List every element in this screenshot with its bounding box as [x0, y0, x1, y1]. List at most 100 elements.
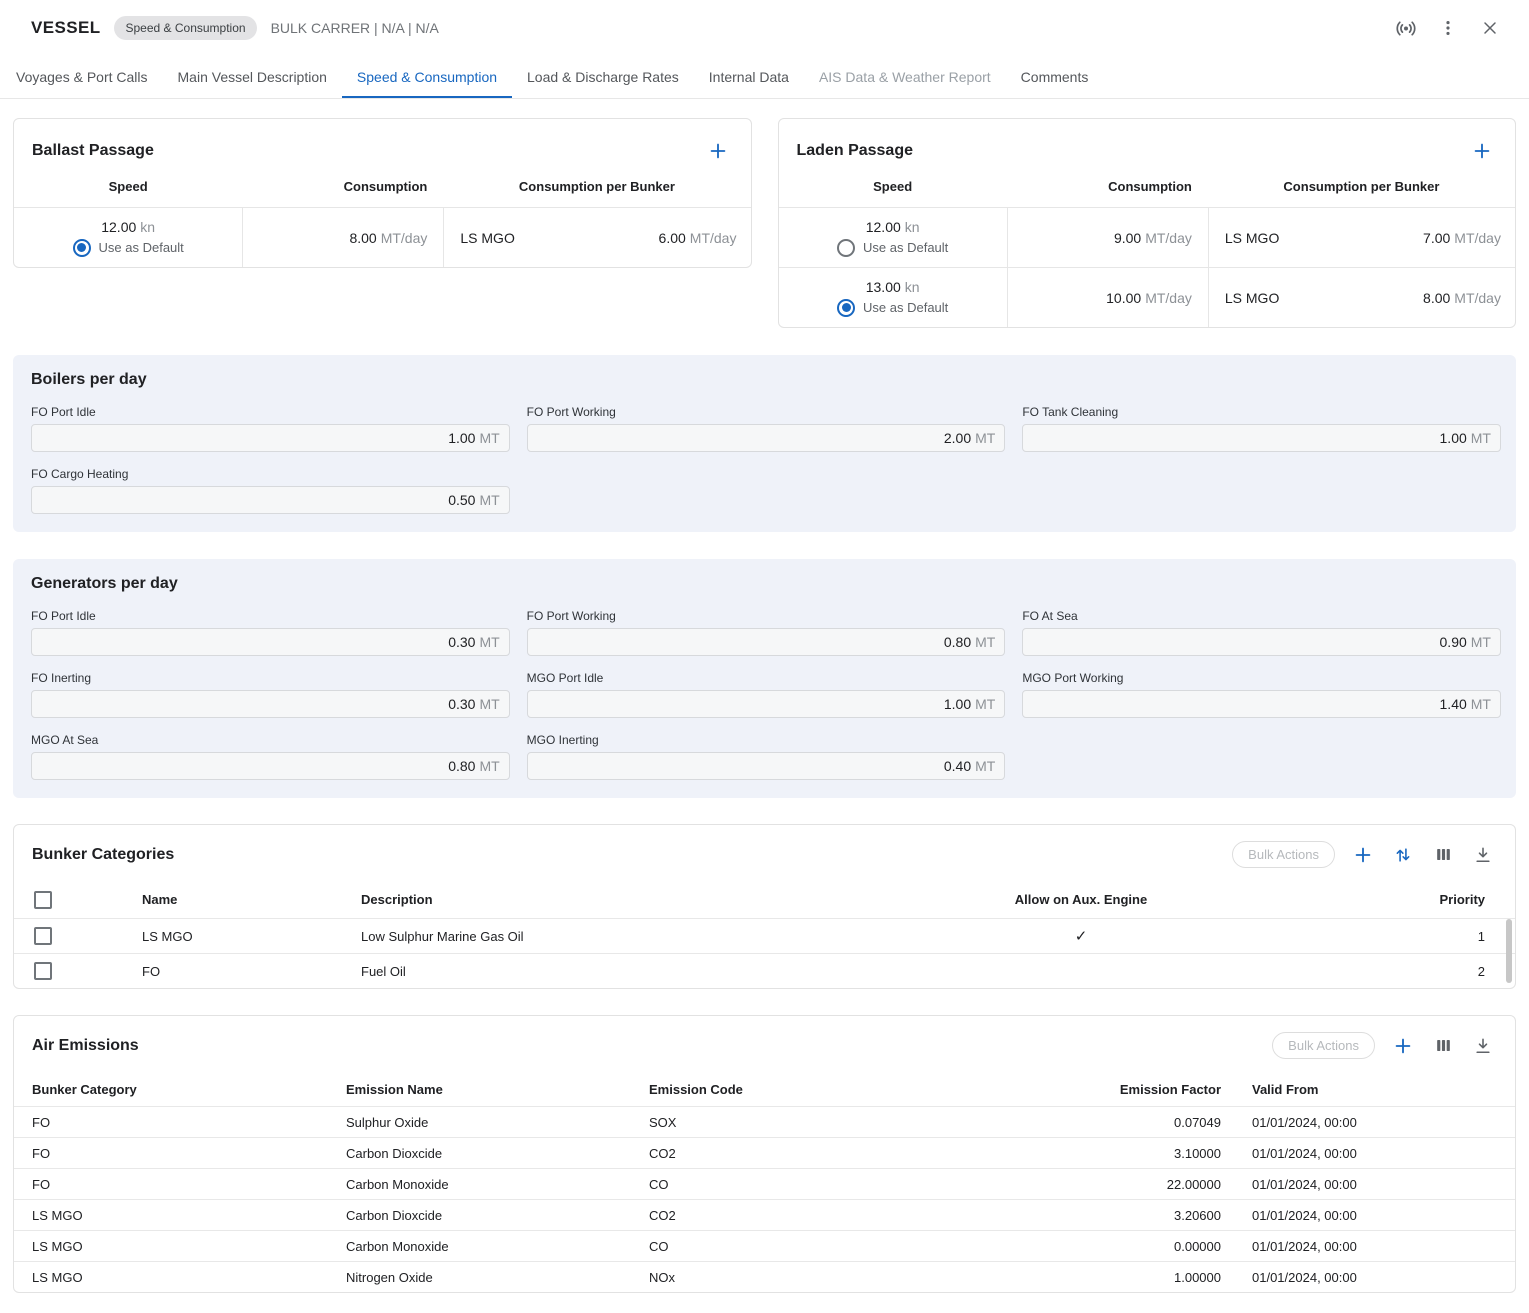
columns-icon[interactable]	[1431, 843, 1455, 867]
close-icon[interactable]	[1475, 13, 1505, 43]
bunker-cell: LS MGO 7.00 MT/day	[1208, 208, 1515, 267]
air-emissions-card: Air Emissions Bulk Actions Bunker Catego…	[13, 1015, 1516, 1293]
speed-unit: kn	[140, 219, 155, 235]
tab-voyages-port-calls[interactable]: Voyages & Port Calls	[1, 56, 163, 98]
tab-bar: Voyages & Port Calls Main Vessel Descrip…	[0, 56, 1529, 99]
gen-fo-port-idle-input[interactable]: 0.30 MT	[31, 628, 510, 656]
consumption-value: 8.00	[349, 230, 376, 246]
field-label: FO At Sea	[1022, 609, 1501, 623]
tab-internal-data[interactable]: Internal Data	[694, 56, 804, 98]
bunker-unit: MT/day	[1454, 230, 1501, 246]
speed-unit: kn	[905, 219, 920, 235]
column-header-consumption-per-bunker: Consumption per Bunker	[443, 179, 750, 194]
use-as-default-radio[interactable]: Use as Default	[837, 239, 948, 257]
bunker-categories-card: Bunker Categories Bulk Actions	[13, 824, 1516, 989]
emission-code-cell: CO	[649, 1177, 954, 1192]
consumption-cell: 9.00 MT/day	[1007, 208, 1208, 267]
sort-icon[interactable]	[1391, 843, 1415, 867]
gen-mgo-port-working-input[interactable]: 1.40 MT	[1022, 690, 1501, 718]
columns-icon[interactable]	[1431, 1034, 1455, 1058]
radio-icon	[73, 239, 91, 257]
speed-unit: kn	[905, 279, 920, 295]
field-unit: MT	[975, 758, 995, 774]
emission-code-cell: CO2	[649, 1208, 954, 1223]
ballast-speed-row[interactable]: 12.00 kn Use as Default 8.00 MT/day LS M…	[14, 207, 751, 267]
gen-mgo-at-sea-input[interactable]: 0.80 MT	[31, 752, 510, 780]
consumption-unit: MT/day	[381, 230, 428, 246]
add-laden-speed-button[interactable]	[1467, 136, 1497, 166]
generators-title: Generators per day	[31, 575, 1501, 593]
generators-section: Generators per day FO Port Idle 0.30 MT …	[13, 559, 1516, 798]
field-fo-port-idle: FO Port Idle 1.00 MT	[31, 405, 510, 452]
kebab-menu-icon[interactable]	[1433, 13, 1463, 43]
download-icon[interactable]	[1471, 1034, 1495, 1058]
row-checkbox[interactable]	[34, 927, 52, 945]
boilers-fo-tank-cleaning-input[interactable]: 1.00 MT	[1022, 424, 1501, 452]
field-value: 2.00	[944, 430, 971, 446]
air-emission-row[interactable]: FO Sulphur Oxide SOX 0.07049 01/01/2024,…	[14, 1106, 1515, 1137]
gen-fo-port-working-input[interactable]: 0.80 MT	[527, 628, 1006, 656]
tab-comments[interactable]: Comments	[1006, 56, 1104, 98]
use-as-default-radio[interactable]: Use as Default	[837, 299, 948, 317]
air-emission-row[interactable]: FO Carbon Monoxide CO 22.00000 01/01/202…	[14, 1168, 1515, 1199]
bunker-category-row[interactable]: FO Fuel Oil 2	[14, 953, 1515, 988]
column-header-emission-factor: Emission Factor	[954, 1082, 1239, 1097]
boilers-fo-cargo-heating-input[interactable]: 0.50 MT	[31, 486, 510, 514]
add-air-emission-button[interactable]	[1391, 1034, 1415, 1058]
air-emission-row[interactable]: LS MGO Carbon Dioxcide CO2 3.20600 01/01…	[14, 1199, 1515, 1230]
bunker-category-cell: FO	[14, 1177, 346, 1192]
gen-mgo-port-idle-input[interactable]: 1.00 MT	[527, 690, 1006, 718]
air-emission-row[interactable]: LS MGO Carbon Monoxide CO 0.00000 01/01/…	[14, 1230, 1515, 1261]
laden-speed-row[interactable]: 12.00 kn Use as Default 9.00 MT/day LS M…	[779, 207, 1516, 267]
column-header-valid-from: Valid From	[1239, 1082, 1515, 1097]
field-mgo-inerting: MGO Inerting 0.40 MT	[527, 733, 1006, 780]
consumption-cell: 10.00 MT/day	[1007, 268, 1208, 327]
emission-factor-cell: 0.07049	[954, 1115, 1239, 1130]
bunker-category-cell: FO	[14, 1115, 346, 1130]
gen-fo-at-sea-input[interactable]: 0.90 MT	[1022, 628, 1501, 656]
use-as-default-radio[interactable]: Use as Default	[73, 239, 184, 257]
bunker-table-header: Name Description Allow on Aux. Engine Pr…	[14, 881, 1515, 918]
bunker-description-cell: Low Sulphur Marine Gas Oil	[361, 929, 891, 944]
emission-name-cell: Carbon Monoxide	[346, 1239, 649, 1254]
air-emission-row[interactable]: FO Carbon Dioxcide CO2 3.10000 01/01/202…	[14, 1137, 1515, 1168]
gen-fo-inerting-input[interactable]: 0.30 MT	[31, 690, 510, 718]
broadcast-icon[interactable]	[1391, 13, 1421, 43]
laden-speed-row[interactable]: 13.00 kn Use as Default 10.00 MT/day LS …	[779, 267, 1516, 327]
emission-name-cell: Nitrogen Oxide	[346, 1270, 649, 1285]
bunker-category-cell: LS MGO	[14, 1270, 346, 1285]
ballast-passage-title: Ballast Passage	[32, 142, 154, 160]
tab-main-vessel-description[interactable]: Main Vessel Description	[163, 56, 342, 98]
bulk-actions-button[interactable]: Bulk Actions	[1272, 1032, 1375, 1059]
laden-passage-card: Laden Passage Speed Consumption Consumpt…	[778, 118, 1517, 328]
column-header-speed: Speed	[14, 179, 242, 194]
gen-mgo-inerting-input[interactable]: 0.40 MT	[527, 752, 1006, 780]
bunker-value: 6.00	[659, 230, 686, 246]
boilers-fo-port-working-input[interactable]: 2.00 MT	[527, 424, 1006, 452]
bunker-cell: LS MGO 6.00 MT/day	[443, 208, 750, 267]
valid-from-cell: 01/01/2024, 00:00	[1239, 1239, 1515, 1254]
main-content: Ballast Passage Speed Consumption Consum…	[0, 99, 1529, 1307]
bulk-actions-button[interactable]: Bulk Actions	[1232, 841, 1335, 868]
table-scrollbar[interactable]	[1506, 919, 1512, 983]
download-icon[interactable]	[1471, 843, 1495, 867]
field-label: FO Port Idle	[31, 405, 510, 419]
row-checkbox[interactable]	[34, 962, 52, 980]
add-ballast-speed-button[interactable]	[703, 136, 733, 166]
bunker-category-row[interactable]: LS MGO Low Sulphur Marine Gas Oil ✓ 1	[14, 918, 1515, 953]
select-all-checkbox[interactable]	[34, 891, 52, 909]
emission-name-cell: Carbon Dioxcide	[346, 1208, 649, 1223]
add-bunker-category-button[interactable]	[1351, 843, 1375, 867]
consumption-unit: MT/day	[1145, 290, 1192, 306]
air-emission-row[interactable]: LS MGO Nitrogen Oxide NOx 1.00000 01/01/…	[14, 1261, 1515, 1292]
boilers-fo-port-idle-input[interactable]: 1.00 MT	[31, 424, 510, 452]
tab-speed-consumption[interactable]: Speed & Consumption	[342, 56, 512, 98]
bunker-value: 7.00	[1423, 230, 1450, 246]
column-header-consumption-per-bunker: Consumption per Bunker	[1208, 179, 1515, 194]
emission-code-cell: CO2	[649, 1146, 954, 1161]
tab-ais-data-weather-report[interactable]: AIS Data & Weather Report	[804, 56, 1006, 98]
field-value: 0.30	[448, 634, 475, 650]
tab-load-discharge-rates[interactable]: Load & Discharge Rates	[512, 56, 694, 98]
field-unit: MT	[479, 758, 499, 774]
field-value: 0.80	[944, 634, 971, 650]
